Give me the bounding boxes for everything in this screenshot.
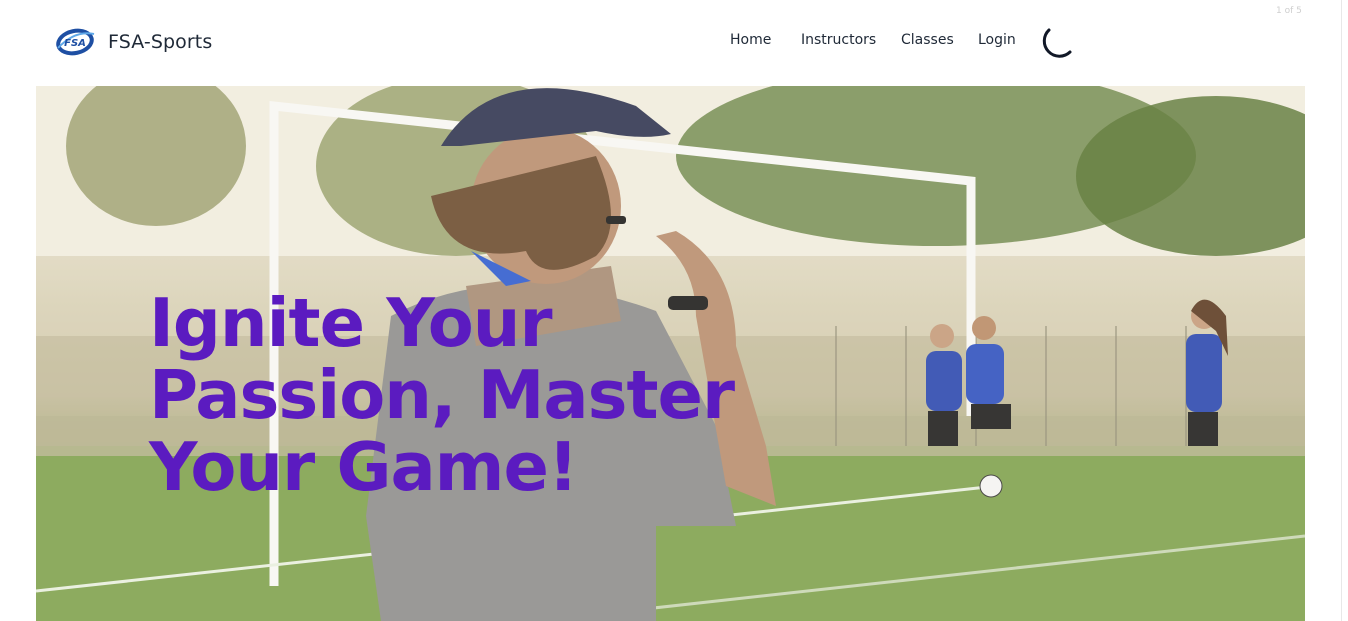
moon-icon[interactable]: [1034, 26, 1074, 64]
navbar: FSA FSA-Sports Home Instructors Classes …: [0, 0, 1348, 86]
nav-home[interactable]: Home: [730, 32, 771, 48]
slide-counter: 1 of 5: [1276, 6, 1302, 16]
nav-classes[interactable]: Classes: [901, 32, 954, 48]
logo-text: FSA: [64, 38, 86, 49]
hero-title: Ignite Your Passion, Master Your Game!: [149, 284, 735, 506]
nav-login[interactable]: Login: [978, 32, 1016, 48]
fsa-logo[interactable]: FSA: [53, 26, 97, 58]
hero-carousel: Ignite Your Passion, Master Your Game!: [36, 86, 1305, 621]
nav-instructors[interactable]: Instructors: [801, 32, 876, 48]
brand-name[interactable]: FSA-Sports: [108, 31, 212, 53]
scrollbar-edge: [1341, 0, 1342, 621]
